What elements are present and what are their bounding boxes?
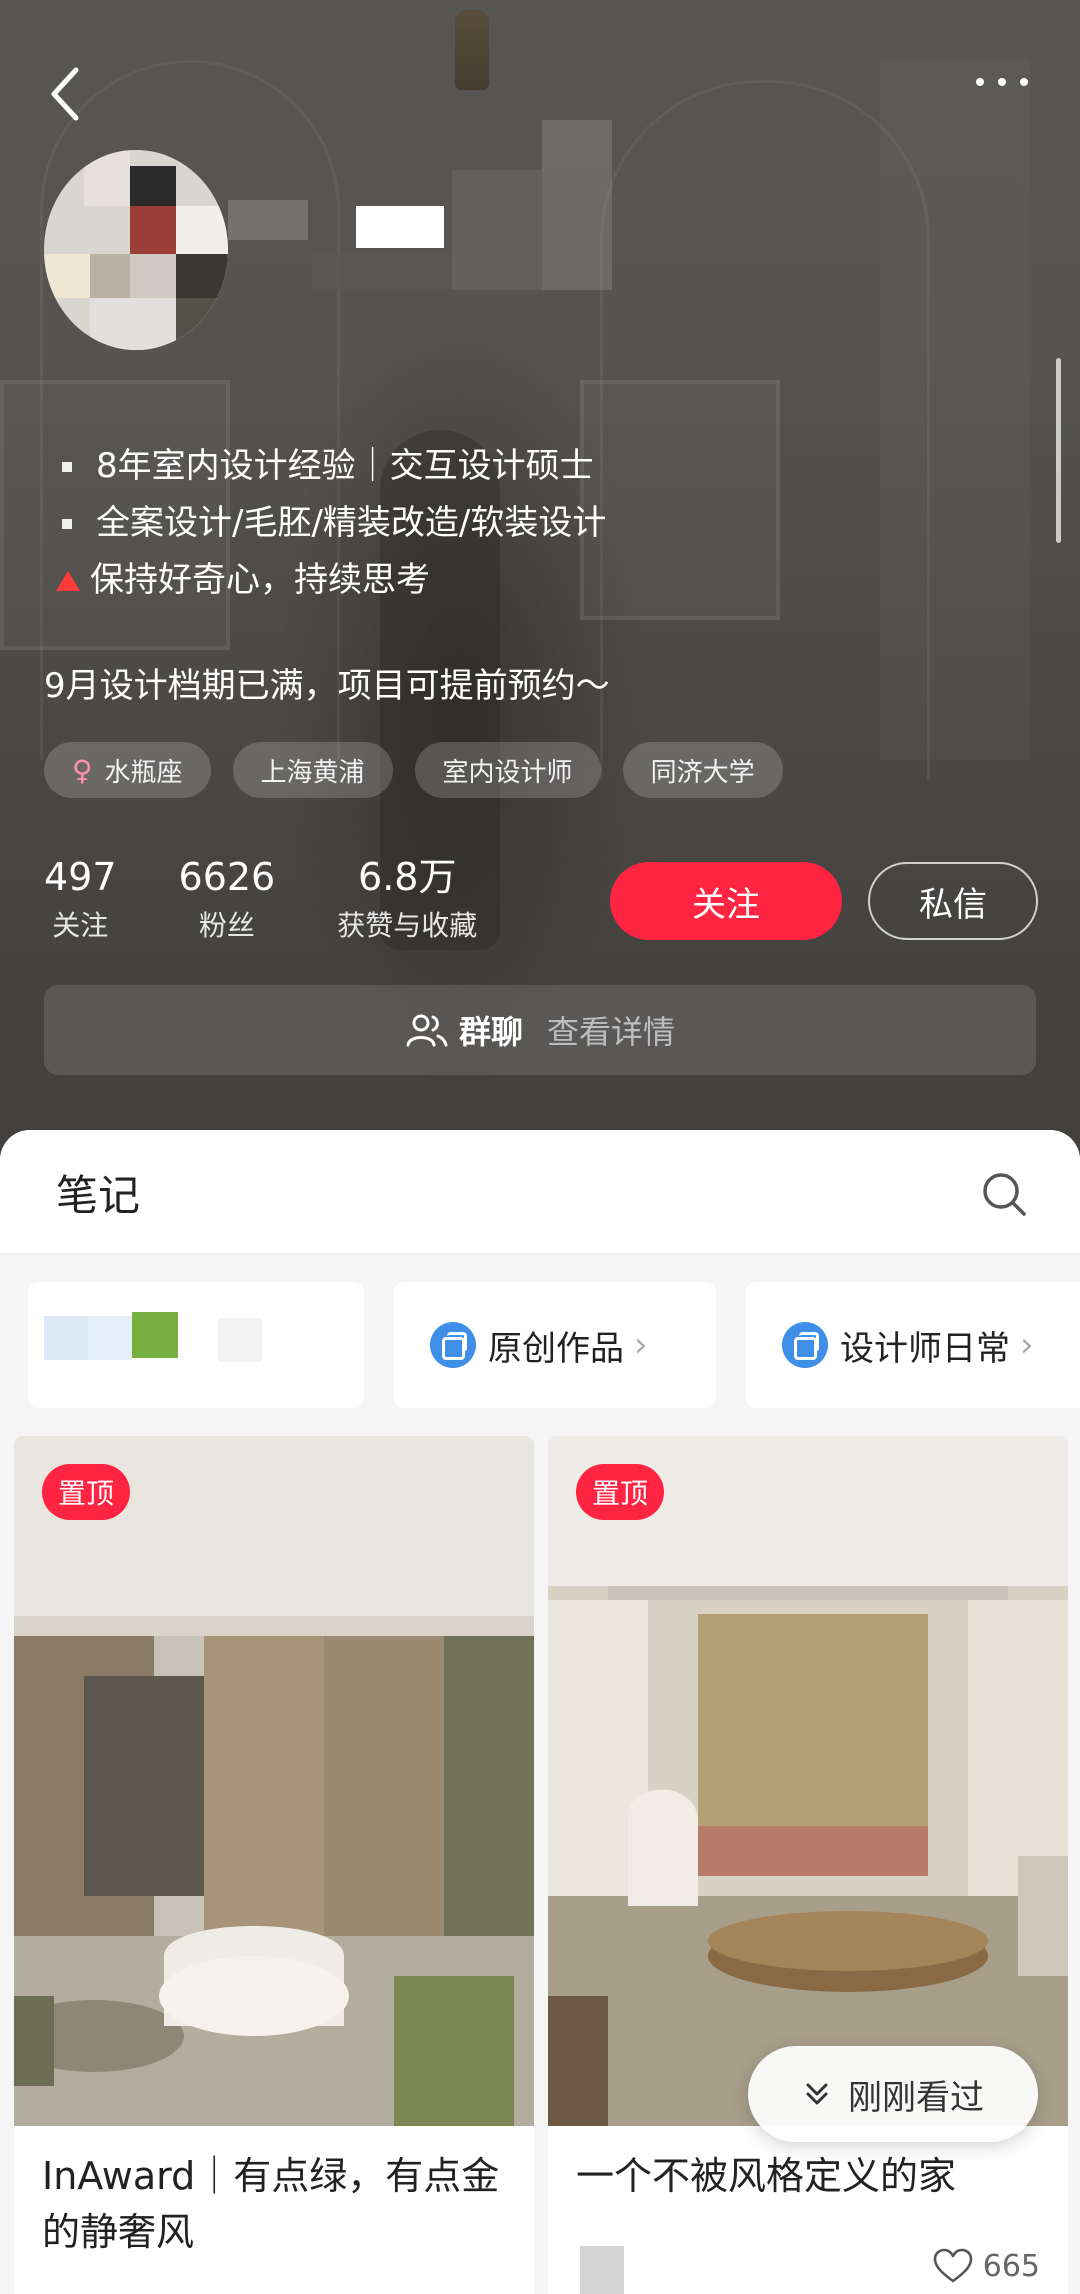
stat-followers[interactable]: 6626 粉丝 [179, 852, 276, 948]
profile-page: 8年室内设计经验｜交互设计硕士 全案设计/毛胚/精装改造/软装设计 保持好奇心，… [0, 0, 1080, 2294]
bio-line: 8年室内设计经验｜交互设计硕士 [58, 438, 606, 495]
double-chevron-down-icon [806, 2083, 828, 2105]
stat-following[interactable]: 497 关注 [44, 852, 117, 948]
group-chat-icon [406, 1014, 448, 1047]
tag-profession[interactable]: 室内设计师 [414, 742, 601, 798]
bio-line: 保持好奇心，持续思考 [56, 552, 606, 609]
profile-stats: 497 关注 6626 粉丝 6.8万 获赞与收藏 [44, 852, 539, 948]
tag-school[interactable]: 同济大学 [622, 742, 783, 798]
more-icon[interactable] [972, 72, 1032, 92]
profile-tags: ♀ 水瓶座 上海黄浦 室内设计师 同济大学 [44, 742, 783, 798]
bio-line: 全案设计/毛胚/精装改造/软装设计 [58, 495, 606, 552]
collection-icon [782, 1322, 828, 1368]
profile-header: 8年室内设计经验｜交互设计硕士 全案设计/毛胚/精装改造/软装设计 保持好奇心，… [0, 0, 1080, 1160]
back-icon[interactable] [44, 64, 88, 124]
note-card[interactable]: 置顶 一个不被风格定义的家 665 [548, 1436, 1068, 2294]
avatar[interactable] [44, 150, 228, 350]
like-count[interactable]: 665 [933, 2248, 1040, 2284]
author-avatar-redacted [580, 2246, 624, 2294]
group-chat-bar[interactable]: 群聊 查看详情 [44, 985, 1036, 1075]
collection-original-works[interactable]: 原创作品 › [394, 1282, 716, 1408]
group-chat-detail: 查看详情 [547, 1013, 676, 1051]
stat-likes-collections[interactable]: 6.8万 获赞与收藏 [337, 852, 477, 948]
note-cover-image[interactable]: 置顶 [548, 1436, 1068, 2126]
living-room-image [14, 1436, 534, 2126]
schedule-notice: 9月设计档期已满，项目可提前预约～ [44, 666, 610, 706]
warning-triangle-icon [56, 570, 80, 591]
group-chat-title: 群聊 [458, 1013, 523, 1051]
tab-notes[interactable]: 笔记 [56, 1162, 140, 1223]
pinned-badge: 置顶 [42, 1464, 131, 1520]
collection-designer-daily[interactable]: 设计师日常 › [746, 1282, 1080, 1408]
lounge-image [548, 1436, 1068, 2126]
search-icon[interactable] [980, 1170, 1028, 1218]
bullet-icon [62, 461, 72, 472]
collections-row: 原创作品 › 设计师日常 › [0, 1282, 1080, 1410]
bullet-icon [62, 518, 72, 529]
notes-tab-bar: 笔记 [0, 1130, 1080, 1254]
heart-icon [933, 2248, 973, 2283]
note-cover-image[interactable]: 置顶 [14, 1436, 534, 2126]
collection-icon [430, 1322, 476, 1368]
collection-redacted[interactable] [28, 1282, 364, 1408]
follow-button[interactable]: 关注 [610, 862, 842, 940]
chevron-right-icon: › [634, 1325, 648, 1365]
note-card[interactable]: 置顶 InAward｜有点绿，有点金的静奢风 [14, 1436, 534, 2294]
recently-viewed-button[interactable]: 刚刚看过 [748, 2046, 1038, 2142]
message-button[interactable]: 私信 [868, 862, 1038, 940]
note-title[interactable]: InAward｜有点绿，有点金的静奢风 [14, 2126, 534, 2260]
bio: 8年室内设计经验｜交互设计硕士 全案设计/毛胚/精装改造/软装设计 保持好奇心，… [56, 438, 606, 609]
username-redacted [356, 206, 444, 248]
scrollbar[interactable] [1056, 358, 1061, 543]
tag-location[interactable]: 上海黄浦 [232, 742, 393, 798]
tag-zodiac[interactable]: ♀ 水瓶座 [44, 742, 211, 798]
pinned-badge: 置顶 [576, 1464, 665, 1520]
chevron-right-icon: › [1020, 1325, 1034, 1365]
female-icon: ♀ [72, 753, 93, 787]
